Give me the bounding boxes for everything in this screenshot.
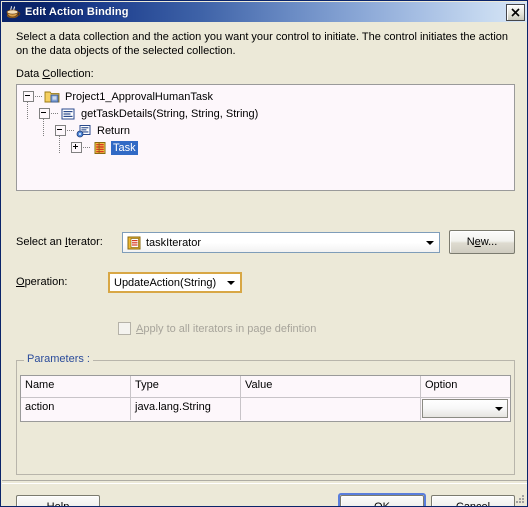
cell-option[interactable] (421, 398, 510, 420)
window-title: Edit Action Binding (25, 6, 129, 18)
edit-action-binding-dialog: Edit Action Binding Select a data collec… (0, 0, 528, 507)
footer-separator (2, 480, 527, 484)
checkbox-box (118, 322, 131, 335)
expander-minus-icon[interactable] (23, 91, 34, 102)
parameters-legend: Parameters : (24, 353, 93, 365)
tree-node-label: Return (97, 124, 131, 137)
column-header-value: Value (241, 376, 421, 397)
tree-node-label: Project1_ApprovalHumanTask (65, 90, 213, 103)
help-button[interactable]: He lp (16, 495, 100, 506)
java-coffee-cup-icon (5, 4, 21, 20)
tree-connector (51, 113, 58, 114)
expander-plus-icon[interactable] (71, 142, 82, 153)
chevron-down-icon[interactable] (223, 276, 238, 289)
tree-node-task[interactable]: Task (71, 139, 138, 156)
operation-value: UpdateAction(String) (114, 276, 217, 289)
tree-node-method[interactable]: getTaskDetails(String, String, String) (39, 105, 260, 122)
column-header-name: Name (21, 376, 131, 397)
chevron-down-icon[interactable] (421, 234, 438, 251)
operation-select[interactable]: UpdateAction(String) (108, 272, 242, 293)
return-icon (76, 123, 92, 139)
tree-node-label: getTaskDetails(String, String, String) (81, 107, 259, 120)
table-header-row: Name Type Value Option (21, 376, 510, 398)
tree-node-return[interactable]: Return (55, 122, 132, 139)
attribute-list-icon (92, 140, 108, 156)
iterator-select[interactable]: taskIterator (122, 232, 440, 253)
resize-grip[interactable] (514, 493, 526, 505)
parameters-table[interactable]: Name Type Value Option action java.lang.… (20, 375, 511, 422)
iterator-label: Select an Iterator: (16, 236, 103, 248)
data-collection-label: Data Collection: (16, 68, 94, 80)
ok-button[interactable]: OK (340, 495, 424, 506)
iterator-value: taskIterator (146, 236, 202, 249)
tree-connector (67, 130, 74, 131)
cell-name: action (21, 398, 131, 420)
tree-connector (83, 147, 90, 148)
dialog-description: Select a data collection and the action … (16, 31, 509, 57)
tree-connector (35, 96, 42, 97)
option-select[interactable] (422, 399, 508, 418)
expander-minus-icon[interactable] (39, 108, 50, 119)
method-icon (60, 106, 76, 122)
data-collection-tree[interactable]: Project1_ApprovalHumanTask getTaskDetail… (16, 84, 515, 191)
cell-type: java.lang.String (131, 398, 241, 420)
new-iterator-button[interactable]: Ne w... (449, 230, 515, 254)
iterator-icon (126, 235, 142, 251)
project-folder-icon (44, 89, 60, 105)
column-header-type: Type (131, 376, 241, 397)
tree-node-label: Task (111, 140, 138, 155)
cancel-button[interactable]: Cancel (431, 495, 515, 506)
cell-value[interactable] (241, 398, 421, 420)
tree-node-project[interactable]: Project1_ApprovalHumanTask (23, 88, 215, 105)
dialog-body: Select a data collection and the action … (2, 22, 527, 506)
close-icon[interactable] (506, 4, 525, 21)
column-header-option: Option (425, 379, 458, 391)
apply-all-iterators-checkbox: Apply to all iterators in page defintion (118, 322, 316, 335)
chevron-down-icon[interactable] (493, 403, 505, 415)
table-row[interactable]: action java.lang.String (21, 398, 510, 420)
title-bar[interactable]: Edit Action Binding (2, 2, 527, 22)
expander-minus-icon[interactable] (55, 125, 66, 136)
apply-all-iterators-label: Apply to all iterators in page defintion (136, 322, 317, 335)
operation-label: Operation: (16, 276, 68, 288)
